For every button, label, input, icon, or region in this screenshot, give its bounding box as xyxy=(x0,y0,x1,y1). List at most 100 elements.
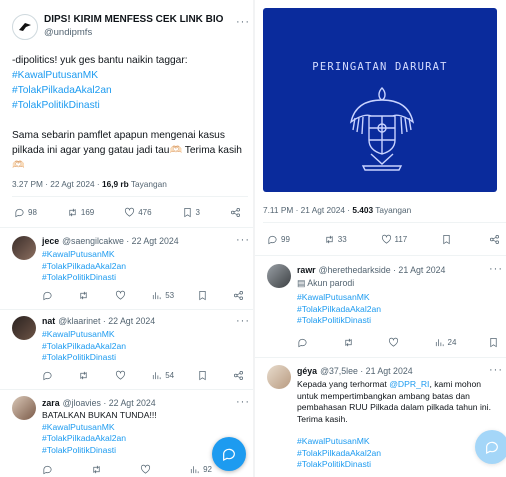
hashtag-link[interactable]: #TolakPolitikDinasti xyxy=(42,352,247,364)
views-button[interactable]: 92 xyxy=(189,464,212,475)
divider xyxy=(255,255,506,256)
hashtag-link[interactable]: #TolakPilkadaAkal2an xyxy=(297,448,502,460)
more-options-icon[interactable]: ··· xyxy=(236,234,250,246)
reply-icon xyxy=(268,235,277,245)
like-button[interactable] xyxy=(140,464,154,475)
bookmark-button[interactable] xyxy=(441,234,455,245)
compose-button[interactable] xyxy=(212,437,246,471)
views-button[interactable]: 54 xyxy=(151,370,174,381)
more-options-icon[interactable]: ··· xyxy=(236,16,250,28)
hashtag-link[interactable]: #TolakPolitikDinasti xyxy=(297,459,502,471)
reply-actions: 24 xyxy=(297,337,502,348)
hashtag-link[interactable]: #TolakPilkadaAkal2an xyxy=(297,304,502,316)
share-button[interactable] xyxy=(489,234,503,245)
divider xyxy=(12,196,248,197)
tweet-meta: 3.27 PM · 22 Agt 2024 · 16,9 rb Tayangan xyxy=(12,179,167,189)
retweet-button[interactable]: 33 xyxy=(324,234,347,245)
views-label: Tayangan xyxy=(130,179,167,189)
retweet-button[interactable] xyxy=(91,464,105,475)
avatar[interactable] xyxy=(267,264,291,288)
hashtag-link[interactable]: #KawalPutusanMK xyxy=(42,422,247,434)
bookmark-button[interactable]: 3 xyxy=(182,207,200,218)
avatar[interactable] xyxy=(12,236,36,260)
reply-button[interactable]: 98 xyxy=(14,207,37,218)
hashtag-link[interactable]: #TolakPolitikDinasti xyxy=(12,98,248,113)
more-options-icon[interactable]: ··· xyxy=(236,396,250,408)
reply-author-name[interactable]: nat xyxy=(42,316,55,326)
retweet-icon xyxy=(80,291,88,300)
reply-author-name[interactable]: rawr xyxy=(297,265,316,275)
hashtag-link[interactable]: #KawalPutusanMK xyxy=(12,68,248,83)
hashtag-link[interactable]: #TolakPilkadaAkal2an xyxy=(42,341,247,353)
reply-text: #KawalPutusanMK #TolakPilkadaAkal2an #To… xyxy=(42,249,247,284)
like-button[interactable]: 117 xyxy=(381,234,407,245)
reply-button[interactable] xyxy=(297,337,311,348)
retweet-button[interactable] xyxy=(343,337,357,348)
like-button[interactable] xyxy=(115,290,129,301)
more-options-icon[interactable]: ··· xyxy=(489,364,503,376)
share-button[interactable] xyxy=(233,290,247,301)
bookmark-icon xyxy=(183,208,191,218)
retweet-button[interactable] xyxy=(78,370,92,381)
garuda-emblem-icon xyxy=(349,87,415,171)
hashtag-link[interactable]: #KawalPutusanMK xyxy=(42,249,247,261)
avatar[interactable] xyxy=(12,316,36,340)
reply-author-name[interactable]: jece xyxy=(42,236,59,246)
share-button[interactable] xyxy=(233,370,247,381)
reply-tweet[interactable]: rawr @herethedarkside · 21 Agt 2024 ··· ▤… xyxy=(255,260,506,355)
tweet-actions: 99 33 117 xyxy=(267,234,503,245)
share-button[interactable] xyxy=(230,207,244,218)
hashtag-link[interactable]: #TolakPilkadaAkal2an xyxy=(12,83,248,98)
more-options-icon[interactable]: ··· xyxy=(236,315,250,327)
retweet-button[interactable] xyxy=(78,290,92,301)
reply-author-name[interactable]: zara xyxy=(42,398,60,408)
tweet-image[interactable]: PERINGATAN DARURAT xyxy=(263,8,497,192)
reply-button[interactable]: 99 xyxy=(267,234,290,245)
reply-icon xyxy=(298,338,307,348)
hashtag-link[interactable]: #TolakPolitikDinasti xyxy=(297,315,502,327)
bookmark-icon xyxy=(198,371,206,381)
compose-button[interactable] xyxy=(475,430,506,464)
divider xyxy=(0,227,253,228)
author-handle[interactable]: @undipmfs xyxy=(44,26,223,39)
divider xyxy=(0,309,253,310)
hashtag-link[interactable]: #KawalPutusanMK xyxy=(297,436,502,448)
bookmark-button[interactable] xyxy=(488,337,502,348)
mention-link[interactable]: @DPR_RI xyxy=(389,379,429,389)
left-panel: DIPS! KIRIM MENFESS CEK LINK BIO @undipm… xyxy=(0,0,253,477)
share-icon xyxy=(233,371,243,380)
bookmark-button[interactable] xyxy=(197,370,211,381)
views-button[interactable]: 24 xyxy=(434,337,456,348)
more-options-icon[interactable]: ··· xyxy=(489,263,503,275)
heart-icon xyxy=(141,464,151,474)
bookmark-button[interactable] xyxy=(197,290,211,301)
heart-icon xyxy=(115,370,125,380)
author-name[interactable]: DIPS! KIRIM MENFESS CEK LINK BIO xyxy=(44,14,223,26)
reply-button[interactable] xyxy=(42,290,56,301)
like-button[interactable] xyxy=(388,337,402,348)
reply-button[interactable] xyxy=(42,464,56,475)
hashtag-link[interactable]: #KawalPutusanMK xyxy=(42,329,247,341)
compose-message-icon xyxy=(223,448,235,461)
like-button[interactable] xyxy=(115,370,129,381)
reply-tweet[interactable]: nat @klaarinet · 22 Agt 2024 ··· #KawalPu… xyxy=(0,314,253,390)
retweet-icon xyxy=(80,371,88,380)
tweet-time[interactable]: 7.11 PM · 21 Agt 2024 xyxy=(263,205,345,215)
avatar[interactable] xyxy=(12,14,38,40)
reply-button[interactable] xyxy=(42,370,56,381)
avatar[interactable] xyxy=(267,365,291,389)
analytics-icon xyxy=(153,292,161,300)
reply-tweet[interactable]: jece @saengilcakwe · 22 Agt 2024 ··· #Kaw… xyxy=(0,232,253,312)
hashtag-link[interactable]: #TolakPolitikDinasti xyxy=(42,272,247,284)
tweet-author[interactable]: DIPS! KIRIM MENFESS CEK LINK BIO @undipm… xyxy=(12,14,223,40)
reply-tweet[interactable]: géya @37,5lee · 21 Agt 2024 ··· Kepada ya… xyxy=(255,362,506,477)
retweet-button[interactable]: 169 xyxy=(67,207,94,218)
hashtag-link[interactable]: #TolakPilkadaAkal2an xyxy=(42,261,247,273)
like-button[interactable]: 476 xyxy=(124,207,152,218)
right-panel: PERINGATAN DARURAT 7.11 PM · 21 Agt 2024… xyxy=(255,0,506,477)
avatar[interactable] xyxy=(12,396,36,420)
tweet-time[interactable]: 3.27 PM · 22 Agt 2024 xyxy=(12,179,95,189)
reply-author-name[interactable]: géya xyxy=(297,366,317,376)
views-button[interactable]: 53 xyxy=(151,290,174,301)
hashtag-link[interactable]: #KawalPutusanMK xyxy=(297,292,502,304)
